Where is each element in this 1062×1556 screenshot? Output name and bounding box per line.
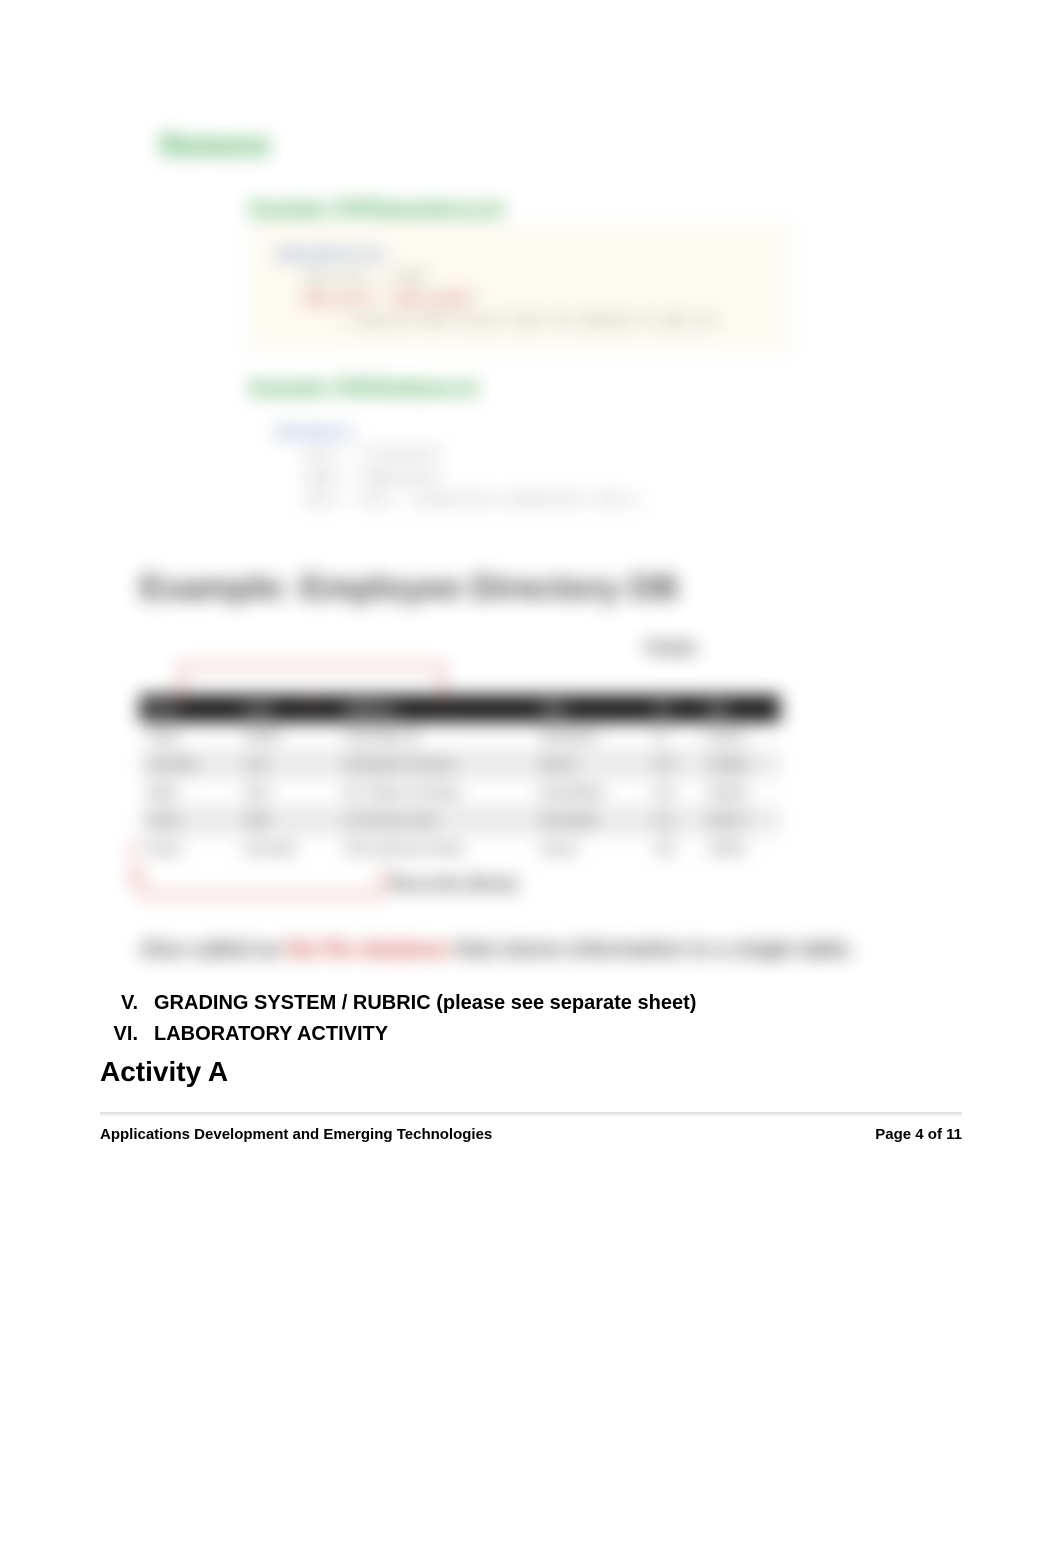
fields-label: Fields [380,638,962,659]
table-cell: Smith [236,722,336,750]
section-v: V. GRADING SYSTEM / RUBRIC (please see s… [100,992,962,1015]
table-cell: 10460 [699,750,780,778]
footer-course-title: Applications Development and Emerging Te… [100,1126,492,1143]
code-example-2-title: Example: PHPDatabase.ini [250,377,670,398]
table-row: Jane Smith 100 Main St Rockford IL 61101 [140,722,780,750]
table-cell: Dover [533,834,648,862]
code-line: [Database] [274,422,646,444]
table-cell: Chris [140,806,236,834]
table-header: St [648,695,700,722]
table-cell: Brookfield [533,778,648,806]
table-cell: 53005 [699,778,780,806]
code-line: php_ext2 = "pdo_mysql" [305,288,765,310]
table-cell: AL [648,806,700,834]
roman-numeral: V. [100,992,138,1015]
table-header: Last [236,695,336,722]
table-cell: Rockville [533,806,648,834]
roman-numeral: VI. [100,1023,138,1046]
table-cell: Jennifer [140,750,236,778]
page-footer: Applications Development and Emerging Te… [100,1118,962,1143]
table-cell: WI [648,778,700,806]
code-example-1: Example: PHPDependency.ini [Dependencies… [250,198,790,351]
code-example-1-title: Example: PHPDependency.ini [250,198,790,219]
table-cell: 61101 [699,722,780,750]
employee-table: First Last Address City St Zip Jane Smit… [140,695,780,862]
table-row: Chris Hall 11 Penny Lane Rockville AL 35… [140,806,780,834]
example-heading: Example: Employee Directory DB [140,569,962,608]
table-cell: Mike [140,778,236,806]
records-label: Records (Row) [390,874,962,895]
code-line: [Dependencies] [275,244,765,266]
table-header: City [533,695,648,722]
table-cell: Doe [236,778,336,806]
section-title: GRADING SYSTEM / RUBRIC (please see sepa… [154,992,696,1015]
blurred-content-region: Resource Example: PHPDependency.ini [Dep… [100,130,962,964]
table-header: First [140,695,236,722]
code-line: host = "localhost" [304,444,646,466]
table-cell: Lee [236,750,336,778]
activity-heading: Activity A [100,1056,962,1088]
table-cell: 11 Penny Lane [336,806,533,834]
code-line: name = "employees" [304,467,646,489]
table-cell: 230 Garrison Road [336,834,533,862]
table-cell: 19901 [699,834,780,862]
table-cell: Hall [236,806,336,834]
section-title: LABORATORY ACTIVITY [154,1023,388,1046]
table-cell: DE [648,834,700,862]
table-cell: Rockford [533,722,648,750]
note-text-suffix: that stores information in a single tabl… [450,938,854,961]
code-example-2: Example: PHPDatabase.ini [Database] host… [250,377,670,528]
table-header: Zip [699,695,780,722]
table-cell: 100 Main St [336,722,533,750]
table-cell: Dean [140,834,236,862]
table-cell: Bronx [533,750,648,778]
code-line: ; required PDO drivers must be enabled i… [335,310,765,332]
record-tick [130,846,142,858]
section-vi: VI. LABORATORY ACTIVITY [100,1023,962,1046]
code-line: user = root ; connection credentials lin… [304,489,646,511]
code-example-2-box: [Database] host = "localhost" name = "em… [250,404,670,528]
table-row: Mike Doe 517 Main St Street Brookfield W… [140,778,780,806]
note-text-prefix: Also called as [140,938,286,961]
table-cell: 517 Main St Street [336,778,533,806]
table-cell: IL [648,722,700,750]
table-row: Jennifer Lee 28 Barker Terrace Bronx NY … [140,750,780,778]
table-header: Address [336,695,533,722]
table-cell: NY [648,750,700,778]
table-cell: 28 Barker Terrace [336,750,533,778]
sharp-content-region: V. GRADING SYSTEM / RUBRIC (please see s… [100,992,962,1143]
table-header-row: First Last Address City St Zip [140,695,780,722]
note-text-highlight: flat file database [286,938,451,961]
code-line: php_ext1 = "pdo" [305,266,765,288]
section-heading-resource: Resource [160,130,962,158]
code-token: php_ext2 = "pdo_mysql" [305,291,477,306]
table-row: Dean Kenneth 230 Garrison Road Dover DE … [140,834,780,862]
records-bracket [140,866,384,896]
flat-file-note: Also called as flat file database that s… [140,935,922,964]
table-diagram: Fields First Last Address City St [120,638,962,895]
table-cell: Jane [140,722,236,750]
record-tick [130,872,142,884]
table-cell: Kenneth [236,834,336,862]
fields-bracket [180,665,444,695]
code-example-1-box: [Dependencies] php_ext1 = "pdo" php_ext2… [250,225,790,351]
table-cell: 35127 [699,806,780,834]
footer-page-number: Page 4 of 11 [875,1126,962,1143]
